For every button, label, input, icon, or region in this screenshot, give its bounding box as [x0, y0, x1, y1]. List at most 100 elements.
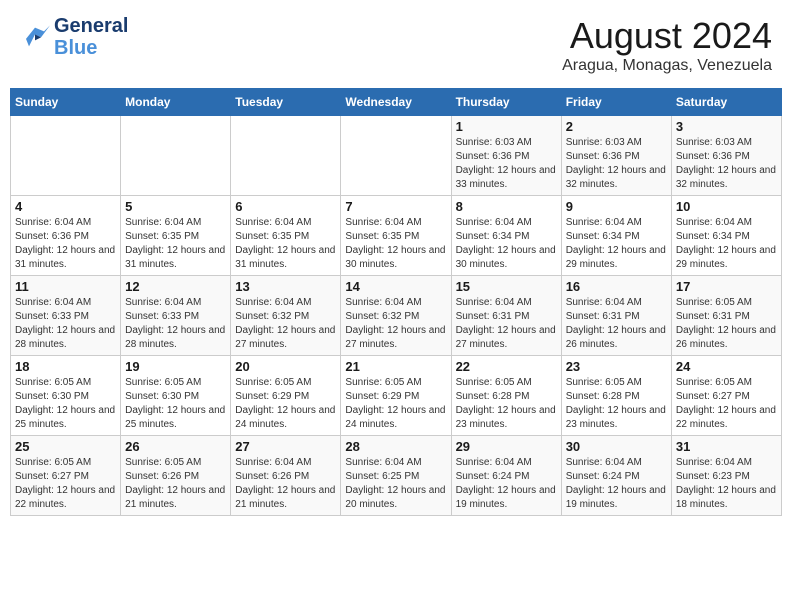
- day-number: 22: [456, 359, 557, 374]
- weekday-header-row: SundayMondayTuesdayWednesdayThursdayFrid…: [11, 89, 782, 116]
- calendar-cell: 26 Sunrise: 6:05 AMSunset: 6:26 PMDayligh…: [121, 436, 231, 516]
- day-number: 9: [566, 199, 667, 214]
- logo-general: General: [54, 15, 128, 37]
- day-info: Sunrise: 6:04 AMSunset: 6:34 PMDaylight:…: [566, 216, 667, 272]
- day-info: Sunrise: 6:05 AMSunset: 6:28 PMDaylight:…: [566, 376, 667, 432]
- day-number: 7: [345, 199, 446, 214]
- calendar-cell: 31Sunrise: 6:04 AMSunset: 6:23 PMDayligh…: [671, 436, 781, 516]
- day-info: Sunrise: 6:04 AMSunset: 6:33 PMDaylight:…: [15, 296, 116, 352]
- day-number: 3: [676, 119, 777, 134]
- day-number: 26: [125, 439, 226, 454]
- day-info: Sunrise: 6:04 AMSunset: 6:31 PMDaylight:…: [456, 296, 557, 352]
- day-info: Sunrise: 6:03 AMSunset: 6:36 PMDaylight:…: [676, 136, 777, 192]
- calendar-cell: 9 Sunrise: 6:04 AMSunset: 6:34 PMDaylight…: [561, 196, 671, 276]
- day-number: 1: [456, 119, 557, 134]
- weekday-header-wednesday: Wednesday: [341, 89, 451, 116]
- calendar-cell: 10 Sunrise: 6:04 AMSunset: 6:34 PMDayligh…: [671, 196, 781, 276]
- day-number: 10: [676, 199, 777, 214]
- day-number: 23: [566, 359, 667, 374]
- day-info: Sunrise: 6:03 AMSunset: 6:36 PMDaylight:…: [456, 136, 557, 192]
- day-number: 20: [235, 359, 336, 374]
- calendar-cell: 25 Sunrise: 6:05 AMSunset: 6:27 PMDayligh…: [11, 436, 121, 516]
- day-info: Sunrise: 6:04 AMSunset: 6:25 PMDaylight:…: [345, 456, 446, 512]
- day-info: Sunrise: 6:05 AMSunset: 6:27 PMDaylight:…: [676, 376, 777, 432]
- calendar-cell: 3 Sunrise: 6:03 AMSunset: 6:36 PMDaylight…: [671, 116, 781, 196]
- day-info: Sunrise: 6:05 AMSunset: 6:30 PMDaylight:…: [15, 376, 116, 432]
- day-info: Sunrise: 6:04 AMSunset: 6:35 PMDaylight:…: [125, 216, 226, 272]
- weekday-header-monday: Monday: [121, 89, 231, 116]
- day-info: Sunrise: 6:05 AMSunset: 6:30 PMDaylight:…: [125, 376, 226, 432]
- day-number: 18: [15, 359, 116, 374]
- calendar-cell: [121, 116, 231, 196]
- day-number: 25: [15, 439, 116, 454]
- calendar-cell: 21Sunrise: 6:05 AMSunset: 6:29 PMDayligh…: [341, 356, 451, 436]
- weekday-header-tuesday: Tuesday: [231, 89, 341, 116]
- calendar-cell: 15 Sunrise: 6:04 AMSunset: 6:31 PMDayligh…: [451, 276, 561, 356]
- day-number: 14: [345, 279, 446, 294]
- weekday-header-friday: Friday: [561, 89, 671, 116]
- day-number: 12: [125, 279, 226, 294]
- day-info: Sunrise: 6:05 AMSunset: 6:29 PMDaylight:…: [235, 376, 336, 432]
- calendar-cell: 23 Sunrise: 6:05 AMSunset: 6:28 PMDayligh…: [561, 356, 671, 436]
- day-info: Sunrise: 6:04 AMSunset: 6:35 PMDaylight:…: [235, 216, 336, 272]
- weekday-header-saturday: Saturday: [671, 89, 781, 116]
- calendar-cell: 16Sunrise: 6:04 AMSunset: 6:31 PMDayligh…: [561, 276, 671, 356]
- day-info: Sunrise: 6:04 AMSunset: 6:34 PMDaylight:…: [456, 216, 557, 272]
- logo: General Blue: [20, 15, 128, 59]
- calendar-cell: 1 Sunrise: 6:03 AMSunset: 6:36 PMDaylight…: [451, 116, 561, 196]
- day-info: Sunrise: 6:04 AMSunset: 6:23 PMDaylight:…: [676, 456, 777, 512]
- day-number: 6: [235, 199, 336, 214]
- day-info: Sunrise: 6:03 AMSunset: 6:36 PMDaylight:…: [566, 136, 667, 192]
- calendar-cell: [11, 116, 121, 196]
- calendar-cell: 7Sunrise: 6:04 AMSunset: 6:35 PMDaylight…: [341, 196, 451, 276]
- calendar-week-3: 11Sunrise: 6:04 AMSunset: 6:33 PMDayligh…: [11, 276, 782, 356]
- day-number: 28: [345, 439, 446, 454]
- month-year: August 2024: [562, 15, 772, 57]
- calendar-cell: 17Sunrise: 6:05 AMSunset: 6:31 PMDayligh…: [671, 276, 781, 356]
- day-number: 30: [566, 439, 667, 454]
- day-info: Sunrise: 6:05 AMSunset: 6:26 PMDaylight:…: [125, 456, 226, 512]
- day-number: 29: [456, 439, 557, 454]
- calendar-cell: 5Sunrise: 6:04 AMSunset: 6:35 PMDaylight…: [121, 196, 231, 276]
- logo-text-block: General Blue: [54, 15, 128, 59]
- page-header: General Blue August 2024 Aragua, Monagas…: [10, 10, 782, 80]
- calendar-cell: 20 Sunrise: 6:05 AMSunset: 6:29 PMDayligh…: [231, 356, 341, 436]
- day-number: 8: [456, 199, 557, 214]
- day-info: Sunrise: 6:05 AMSunset: 6:28 PMDaylight:…: [456, 376, 557, 432]
- day-number: 15: [456, 279, 557, 294]
- day-number: 4: [15, 199, 116, 214]
- day-info: Sunrise: 6:04 AMSunset: 6:24 PMDaylight:…: [566, 456, 667, 512]
- calendar-cell: 28 Sunrise: 6:04 AMSunset: 6:25 PMDayligh…: [341, 436, 451, 516]
- calendar-cell: 4Sunrise: 6:04 AMSunset: 6:36 PMDaylight…: [11, 196, 121, 276]
- weekday-header-thursday: Thursday: [451, 89, 561, 116]
- calendar-week-4: 18 Sunrise: 6:05 AMSunset: 6:30 PMDayligh…: [11, 356, 782, 436]
- calendar-cell: 30 Sunrise: 6:04 AMSunset: 6:24 PMDayligh…: [561, 436, 671, 516]
- day-info: Sunrise: 6:04 AMSunset: 6:34 PMDaylight:…: [676, 216, 777, 272]
- calendar-cell: [341, 116, 451, 196]
- day-info: Sunrise: 6:05 AMSunset: 6:29 PMDaylight:…: [345, 376, 446, 432]
- calendar-table: SundayMondayTuesdayWednesdayThursdayFrid…: [10, 88, 782, 516]
- day-number: 2: [566, 119, 667, 134]
- day-number: 17: [676, 279, 777, 294]
- calendar-cell: 14Sunrise: 6:04 AMSunset: 6:32 PMDayligh…: [341, 276, 451, 356]
- calendar-cell: 13Sunrise: 6:04 AMSunset: 6:32 PMDayligh…: [231, 276, 341, 356]
- calendar-week-2: 4Sunrise: 6:04 AMSunset: 6:36 PMDaylight…: [11, 196, 782, 276]
- day-info: Sunrise: 6:04 AMSunset: 6:32 PMDaylight:…: [235, 296, 336, 352]
- calendar-cell: 24 Sunrise: 6:05 AMSunset: 6:27 PMDayligh…: [671, 356, 781, 436]
- day-info: Sunrise: 6:04 AMSunset: 6:26 PMDaylight:…: [235, 456, 336, 512]
- calendar-cell: 12Sunrise: 6:04 AMSunset: 6:33 PMDayligh…: [121, 276, 231, 356]
- calendar-cell: 22 Sunrise: 6:05 AMSunset: 6:28 PMDayligh…: [451, 356, 561, 436]
- calendar-cell: [231, 116, 341, 196]
- calendar-cell: 2 Sunrise: 6:03 AMSunset: 6:36 PMDaylight…: [561, 116, 671, 196]
- calendar-cell: 19 Sunrise: 6:05 AMSunset: 6:30 PMDayligh…: [121, 356, 231, 436]
- calendar-cell: 18 Sunrise: 6:05 AMSunset: 6:30 PMDayligh…: [11, 356, 121, 436]
- day-number: 19: [125, 359, 226, 374]
- calendar-cell: 27Sunrise: 6:04 AMSunset: 6:26 PMDayligh…: [231, 436, 341, 516]
- day-number: 24: [676, 359, 777, 374]
- calendar-cell: 29Sunrise: 6:04 AMSunset: 6:24 PMDayligh…: [451, 436, 561, 516]
- weekday-header-sunday: Sunday: [11, 89, 121, 116]
- logo-blue: Blue: [54, 37, 97, 59]
- day-number: 16: [566, 279, 667, 294]
- day-info: Sunrise: 6:05 AMSunset: 6:27 PMDaylight:…: [15, 456, 116, 512]
- calendar-cell: 6 Sunrise: 6:04 AMSunset: 6:35 PMDaylight…: [231, 196, 341, 276]
